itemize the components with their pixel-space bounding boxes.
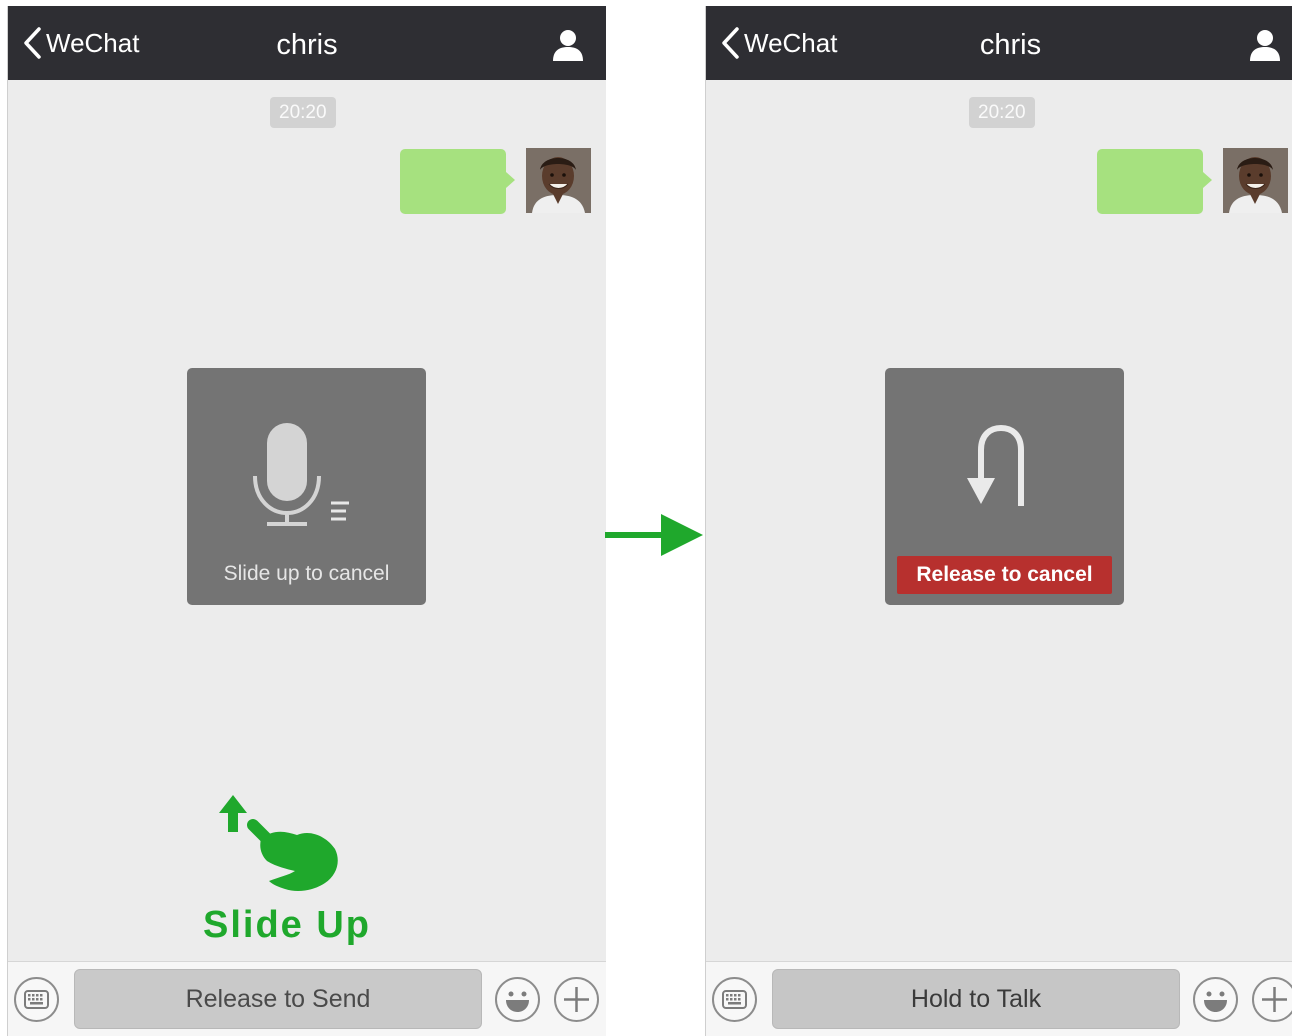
release-cancel-warning: Release to cancel [897, 556, 1112, 594]
hand-swipe-icon [219, 795, 338, 891]
hold-to-talk-button[interactable]: Hold to Talk [772, 969, 1180, 1029]
message-timestamp: 20:20 [270, 97, 336, 128]
person-icon[interactable] [552, 28, 584, 62]
keyboard-icon [24, 990, 49, 1009]
person-icon[interactable] [1249, 28, 1281, 62]
input-toolbar: Release to Send [8, 961, 606, 1036]
left-phone-screen: WeChat chris 20:20 Slide up to cancel Sl… [7, 6, 606, 1036]
emoji-button[interactable] [495, 977, 540, 1022]
right-phone-screen: WeChat chris 20:20 Release to cancel Hol… [705, 6, 1292, 1036]
cancel-overlay: Release to cancel [885, 368, 1124, 605]
avatar[interactable] [526, 148, 591, 213]
input-toolbar: Hold to Talk [706, 961, 1292, 1036]
keyboard-toggle-button[interactable] [14, 977, 59, 1022]
message-timestamp: 20:20 [969, 97, 1035, 128]
voice-message-bubble[interactable] [1097, 149, 1212, 214]
release-to-send-button[interactable]: Release to Send [74, 969, 482, 1029]
keyboard-toggle-button[interactable] [712, 977, 757, 1022]
recording-overlay: Slide up to cancel [187, 368, 426, 605]
voice-message-bubble[interactable] [400, 149, 515, 214]
avatar-photo [526, 148, 591, 213]
navigation-bar: WeChat chris [8, 6, 606, 80]
u-turn-arrow-icon [967, 424, 1024, 506]
back-button[interactable]: WeChat [720, 6, 837, 80]
avatar[interactable] [1223, 148, 1288, 213]
smiley-icon [1204, 991, 1227, 1012]
back-button[interactable]: WeChat [22, 6, 139, 80]
chevron-left-icon [722, 27, 739, 59]
microphone-icon [253, 423, 349, 526]
navigation-bar: WeChat chris [706, 6, 1292, 80]
slide-up-annotation: Slide Up [203, 904, 372, 946]
plus-icon [1262, 987, 1287, 1012]
smiley-icon [506, 991, 529, 1012]
back-label: WeChat [744, 27, 838, 58]
right-arrow-icon [605, 514, 703, 556]
emoji-button[interactable] [1193, 977, 1238, 1022]
more-actions-button[interactable] [1252, 977, 1292, 1022]
avatar-photo [1223, 148, 1288, 213]
back-label: WeChat [46, 27, 140, 58]
more-actions-button[interactable] [554, 977, 599, 1022]
keyboard-icon [722, 990, 747, 1009]
plus-icon [564, 987, 589, 1012]
cancel-hint: Slide up to cancel [223, 562, 390, 585]
chevron-left-icon [24, 27, 41, 59]
